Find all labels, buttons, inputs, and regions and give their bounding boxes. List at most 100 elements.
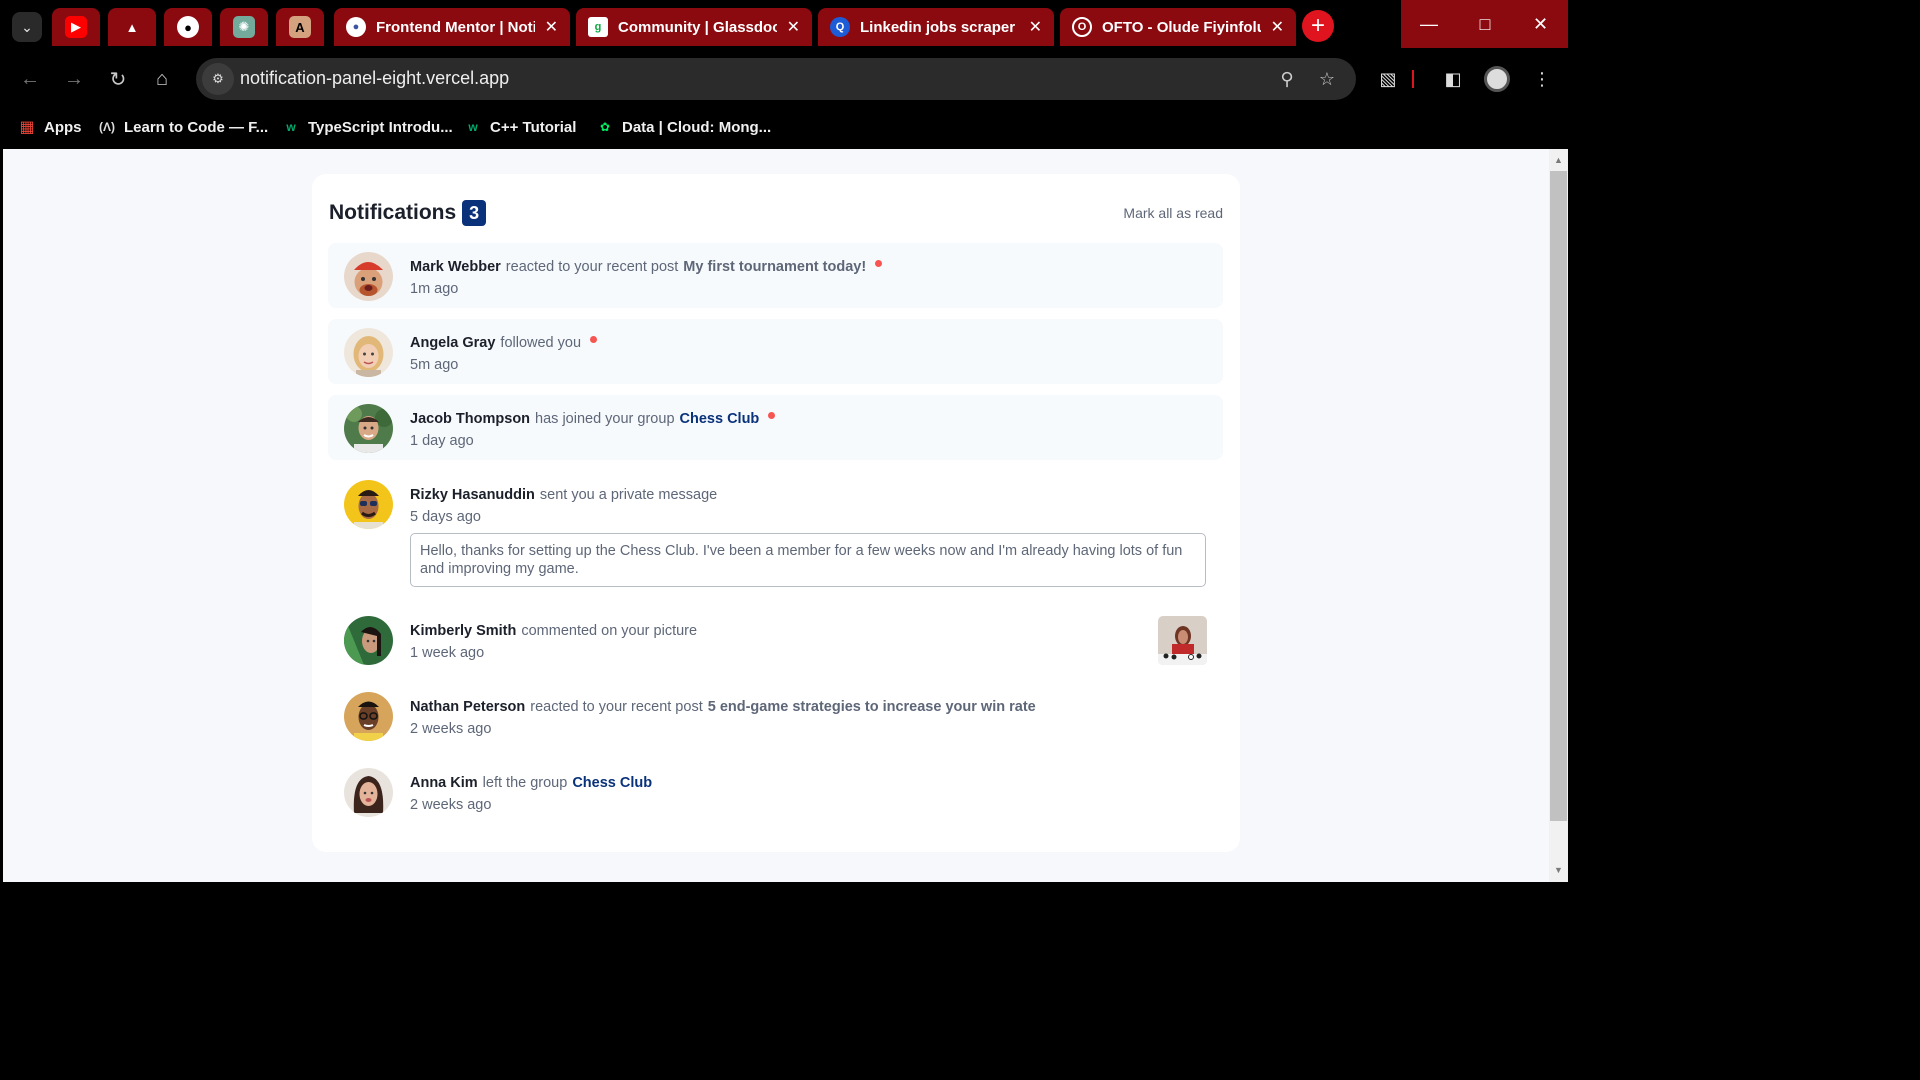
close-icon[interactable]: ✕ [545,17,558,37]
avatar [344,692,393,741]
plus-icon: + [1310,12,1325,39]
notification-item[interactable]: Angela Gray followed you 5m ago [328,319,1223,384]
bookmark-label: TypeScript Introdu... [308,118,453,136]
bookmark-typescript[interactable]: w TypeScript Introdu... [282,114,453,140]
avatar [344,768,393,817]
user-name[interactable]: Anna Kim [410,775,478,791]
github-icon: ● [177,16,199,38]
post-link[interactable]: 5 end-game strategies to increase your w… [708,699,1036,715]
timestamp: 5m ago [410,357,459,373]
back-button[interactable]: ← [15,64,45,94]
post-link[interactable]: My first tournament today! [683,259,866,275]
new-tab-button[interactable]: + [1302,10,1334,42]
unread-dot [590,335,598,343]
mongodb-leaf-icon: ✿ [599,120,611,134]
user-name[interactable]: Nathan Peterson [410,699,525,715]
tab-search-button[interactable]: ⌄ [12,12,42,42]
reload-button[interactable]: ↻ [103,64,133,94]
tab-frontend-mentor[interactable]: ● Frontend Mentor | Noti ✕ [334,8,570,46]
notification-body: Mark Webber reacted to your recent post … [410,256,1207,297]
unread-dot [875,259,883,267]
notifications-card: Notifications 3 Mark all as read Mark We… [312,174,1240,852]
side-panel-button[interactable]: ◧ [1438,64,1468,94]
bookmark-apps[interactable]: ▦ Apps [18,114,81,140]
browser-toolbar: ← → ↻ ⌂ ⚙ notification-panel-eight.verce… [0,52,1568,106]
tab-linkedin-scraper[interactable]: Q Linkedin jobs scraper A ✕ [818,8,1054,46]
user-name[interactable]: Rizky Hasanuddin [410,487,535,503]
user-name[interactable]: Mark Webber [410,259,501,275]
close-icon[interactable]: ✕ [1029,17,1042,37]
close-icon[interactable]: ✕ [787,17,800,37]
home-button[interactable]: ⌂ [147,64,177,94]
page-scrollbar[interactable]: ▲ ▼ [1549,149,1568,882]
group-link[interactable]: Chess Club [572,775,652,791]
notification-item[interactable]: Anna Kim left the group Chess Club 2 wee… [328,763,1223,828]
notification-body: Nathan Peterson reacted to your recent p… [410,696,1207,737]
url-text[interactable]: notification-panel-eight.vercel.app [240,68,509,89]
tab-title: Community | Glassdoor [618,18,777,36]
user-name[interactable]: Angela Gray [410,335,495,351]
notification-item[interactable]: Mark Webber reacted to your recent post … [328,243,1223,308]
card-header: Notifications 3 Mark all as read [329,198,1223,228]
close-window-button[interactable]: ✕ [1513,0,1568,48]
notification-action: left the group [482,775,568,791]
youtube-icon: ▶ [65,16,87,38]
notification-item[interactable]: Rizky Hasanuddin sent you a private mess… [328,471,1223,596]
scroll-down-arrow-icon[interactable]: ▼ [1549,861,1568,879]
anthropic-icon: A [289,16,311,38]
pinned-tab-chatgpt[interactable]: ✺ [220,8,268,46]
zoom-button[interactable]: ⚲ [1274,66,1300,92]
notification-action: commented on your picture [521,623,698,639]
avatar-icon [1484,66,1510,92]
menu-button[interactable]: ⋮ [1527,64,1557,94]
tab-glassdoor[interactable]: g Community | Glassdoor ✕ [576,8,812,46]
tune-icon: ⚙ [212,71,224,86]
notification-item[interactable]: Nathan Peterson reacted to your recent p… [328,687,1223,752]
bookmark-cpp[interactable]: w C++ Tutorial [464,114,576,140]
notification-action: followed you [500,335,582,351]
timestamp: 2 weeks ago [410,721,492,737]
pinned-tab-vercel[interactable]: ▲ [108,8,156,46]
scroll-up-arrow-icon[interactable]: ▲ [1549,151,1568,169]
user-name[interactable]: Kimberly Smith [410,623,516,639]
group-link[interactable]: Chess Club [680,411,760,427]
notification-text: Rizky Hasanuddin sent you a private mess… [410,484,1207,506]
tab-title: OFTO - Olude Fiyinfolu [1102,18,1261,36]
site-info-button[interactable]: ⚙ [202,63,234,95]
notification-text: Jacob Thompson has joined your group Che… [410,408,1207,430]
picture-thumbnail[interactable] [1158,616,1207,665]
mark-all-read-button[interactable]: Mark all as read [1123,205,1223,221]
linkedin-scraper-icon: Q [830,17,850,37]
user-name[interactable]: Jacob Thompson [410,411,530,427]
bookmark-mongodb[interactable]: ✿ Data | Cloud: Mong... [596,114,771,140]
red-separator [1412,70,1414,88]
unread-count-badge: 3 [462,200,487,226]
notification-item[interactable]: Jacob Thompson has joined your group Che… [328,395,1223,460]
maximize-icon: □ [1479,13,1491,34]
star-icon: ☆ [1318,68,1336,89]
tab-title: Frontend Mentor | Noti [376,18,535,36]
close-icon[interactable]: ✕ [1271,17,1284,37]
minimize-button[interactable]: — [1401,0,1457,48]
notification-item[interactable]: Kimberly Smith commented on your picture… [328,611,1223,676]
address-bar[interactable]: ⚙ notification-panel-eight.vercel.app ⚲ … [196,58,1356,100]
profile-button[interactable] [1482,64,1512,94]
notification-body: Kimberly Smith commented on your picture… [410,620,1207,661]
forward-button[interactable]: → [59,64,89,94]
notification-body: Rizky Hasanuddin sent you a private mess… [410,484,1207,525]
bookmark-freecodecamp[interactable]: (Λ) Learn to Code — F... [98,114,268,140]
maximize-button[interactable]: □ [1457,0,1513,48]
notification-action: reacted to your recent post [505,259,679,275]
bookmark-star-button[interactable]: ☆ [1314,66,1340,92]
pinned-tab-youtube[interactable]: ▶ [52,8,100,46]
w3schools-icon: w [468,120,478,134]
extensions-button[interactable]: ▧ [1373,64,1403,94]
chatgpt-icon: ✺ [233,16,255,38]
scroll-thumb[interactable] [1550,171,1567,821]
bookmark-label: Learn to Code — F... [124,118,269,136]
pinned-tab-github[interactable]: ● [164,8,212,46]
private-message-preview[interactable]: Hello, thanks for setting up the Chess C… [410,533,1206,587]
tab-ofto[interactable]: O OFTO - Olude Fiyinfolu ✕ [1060,8,1296,46]
pinned-tab-anthropic[interactable]: A [276,8,324,46]
ofto-icon: O [1072,17,1092,37]
